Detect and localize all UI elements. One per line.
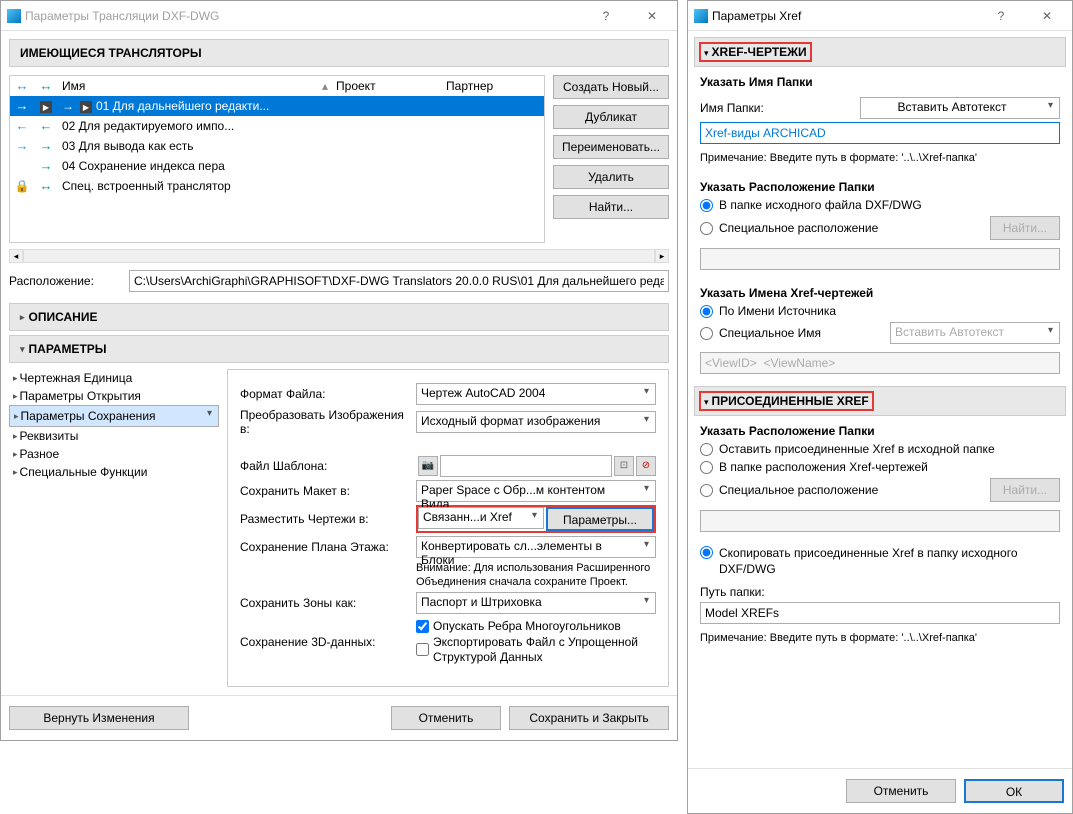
table-row[interactable]: → ▶ →▶01 Для дальнейшего редакти... bbox=[10, 96, 544, 116]
table-row[interactable]: ←←02 Для редактируемого импо... bbox=[10, 116, 544, 136]
file-format-select[interactable]: Чертеж AutoCAD 2004 bbox=[416, 383, 656, 405]
revert-button[interactable]: Вернуть Изменения bbox=[9, 706, 189, 730]
tree-save-params[interactable]: Параметры Сохранения bbox=[9, 405, 219, 427]
ok-button[interactable]: ОК bbox=[964, 779, 1064, 803]
insert-autotext-name: Вставить Автотекст bbox=[890, 322, 1060, 344]
layout-save-select[interactable]: Paper Space с Обр...м контентом Вида bbox=[416, 480, 656, 502]
table-row[interactable]: →04 Сохранение индекса пера bbox=[10, 156, 544, 176]
play-icon: ▶ bbox=[40, 101, 52, 113]
col-name[interactable]: Имя bbox=[58, 76, 318, 96]
attached-loc-group: Указать Расположение Папки bbox=[700, 424, 875, 438]
close-button[interactable]: ✕ bbox=[629, 1, 675, 31]
zones-select[interactable]: Паспорт и Штриховка bbox=[416, 592, 656, 614]
duplicate-button[interactable]: Дубликат bbox=[553, 105, 669, 129]
cancel-button[interactable]: Отменить bbox=[846, 779, 956, 803]
save-close-button[interactable]: Сохранить и Закрыть bbox=[509, 706, 669, 730]
scroll-left-icon[interactable]: ◂ bbox=[9, 249, 23, 263]
export-simple-checkbox[interactable] bbox=[416, 643, 429, 656]
window-title: Параметры Трансляции DXF-DWG bbox=[25, 9, 583, 23]
by-source-radio[interactable] bbox=[700, 305, 713, 318]
floor-plan-select[interactable]: Конвертировать сл...элементы в Блоки bbox=[416, 536, 656, 558]
attached-xref-header[interactable]: ПРИСОЕДИНЕННЫЕ XREF bbox=[712, 394, 869, 408]
browse-icon[interactable]: ⊡ bbox=[614, 456, 634, 476]
titlebar-right: Параметры Xref ? ✕ bbox=[688, 1, 1072, 31]
tree-attributes[interactable]: Реквизиты bbox=[9, 427, 219, 445]
tree-open-params[interactable]: Параметры Открытия bbox=[9, 387, 219, 405]
folder-icon[interactable]: 📷 bbox=[418, 456, 438, 476]
path-label: Путь папки: bbox=[700, 585, 1060, 599]
create-new-button[interactable]: Создать Новый... bbox=[553, 75, 669, 99]
cancel-button[interactable]: Отменить bbox=[391, 706, 501, 730]
tree-special[interactable]: Специальные Функции bbox=[9, 463, 219, 481]
translators-section-header[interactable]: ИМЕЮЩИЕСЯ ТРАНСЛЯТОРЫ bbox=[9, 39, 669, 67]
image-conv-select[interactable]: Исходный формат изображения bbox=[416, 411, 656, 433]
custom-loc-input bbox=[700, 248, 1060, 270]
tree-drawing-unit[interactable]: Чертежная Единица bbox=[9, 369, 219, 387]
out-arrow-icon: ↔ bbox=[14, 78, 30, 94]
names-group: Указать Имена Xref-чертежей bbox=[700, 286, 1060, 300]
find-loc2-button[interactable]: Найти... bbox=[990, 478, 1060, 502]
help-button[interactable]: ? bbox=[978, 1, 1024, 31]
src-folder-radio[interactable] bbox=[700, 199, 713, 212]
col-project[interactable]: Проект bbox=[332, 76, 442, 96]
table-row[interactable]: 🔒↔Спец. встроенный транслятор bbox=[10, 176, 544, 196]
insert-autotext-button[interactable]: Вставить Автотекст bbox=[860, 97, 1060, 119]
leave-src-radio[interactable] bbox=[700, 443, 713, 456]
in-arrow-icon: ↔ bbox=[38, 78, 54, 94]
folder-location-group: Указать Расположение Папки bbox=[700, 180, 1060, 194]
help-button[interactable]: ? bbox=[583, 1, 629, 31]
close-button[interactable]: ✕ bbox=[1024, 1, 1070, 31]
lock-icon: 🔒 bbox=[10, 176, 34, 196]
window-title: Параметры Xref bbox=[712, 9, 978, 23]
delete-button[interactable]: Удалить bbox=[553, 165, 669, 189]
skip-poly-edges-checkbox[interactable] bbox=[416, 620, 429, 633]
titlebar-left: Параметры Трансляции DXF-DWG ? ✕ bbox=[1, 1, 677, 31]
name-template-input bbox=[700, 352, 1060, 374]
tree-misc[interactable]: Разное bbox=[9, 445, 219, 463]
scroll-right-icon[interactable]: ▸ bbox=[655, 249, 669, 263]
params-header[interactable]: ▾ПАРАМЕТРЫ bbox=[9, 335, 669, 363]
sort-icon: ▴ bbox=[318, 76, 332, 96]
find-button[interactable]: Найти... bbox=[553, 195, 669, 219]
location-input[interactable] bbox=[129, 270, 669, 292]
custom-loc2-radio[interactable] bbox=[700, 484, 713, 497]
location-label: Расположение: bbox=[9, 274, 129, 288]
description-header[interactable]: ▸ОПИСАНИЕ bbox=[9, 303, 669, 331]
clear-icon[interactable]: ⊘ bbox=[636, 456, 656, 476]
xref-params-button[interactable]: Параметры... bbox=[546, 507, 654, 531]
copy-to-src-radio[interactable] bbox=[700, 546, 713, 559]
app-logo-icon bbox=[694, 9, 708, 23]
custom-loc2-input bbox=[700, 510, 1060, 532]
path-hint: Примечание: Введите путь в формате: '..\… bbox=[700, 152, 1060, 164]
xref-drawings-header[interactable]: XREF-ЧЕРТЕЖИ bbox=[712, 45, 807, 59]
path-hint2: Примечание: Введите путь в формате: '..\… bbox=[700, 632, 1060, 644]
xref-folder-radio[interactable] bbox=[700, 461, 713, 474]
place-drawings-select[interactable]: Связанн...и Xref bbox=[418, 507, 544, 529]
table-row[interactable]: →→03 Для вывода как есть bbox=[10, 136, 544, 156]
custom-loc-radio[interactable] bbox=[700, 222, 713, 235]
folder-path-input[interactable] bbox=[700, 602, 1060, 624]
rename-button[interactable]: Переименовать... bbox=[553, 135, 669, 159]
template-file-input[interactable] bbox=[440, 455, 612, 477]
col-partner[interactable]: Партнер bbox=[442, 76, 544, 96]
app-logo-icon bbox=[7, 9, 21, 23]
folder-name-input[interactable] bbox=[700, 122, 1060, 144]
folder-name-group: Указать Имя Папки bbox=[700, 75, 813, 89]
find-loc-button[interactable]: Найти... bbox=[990, 216, 1060, 240]
custom-name-radio[interactable] bbox=[700, 327, 713, 340]
